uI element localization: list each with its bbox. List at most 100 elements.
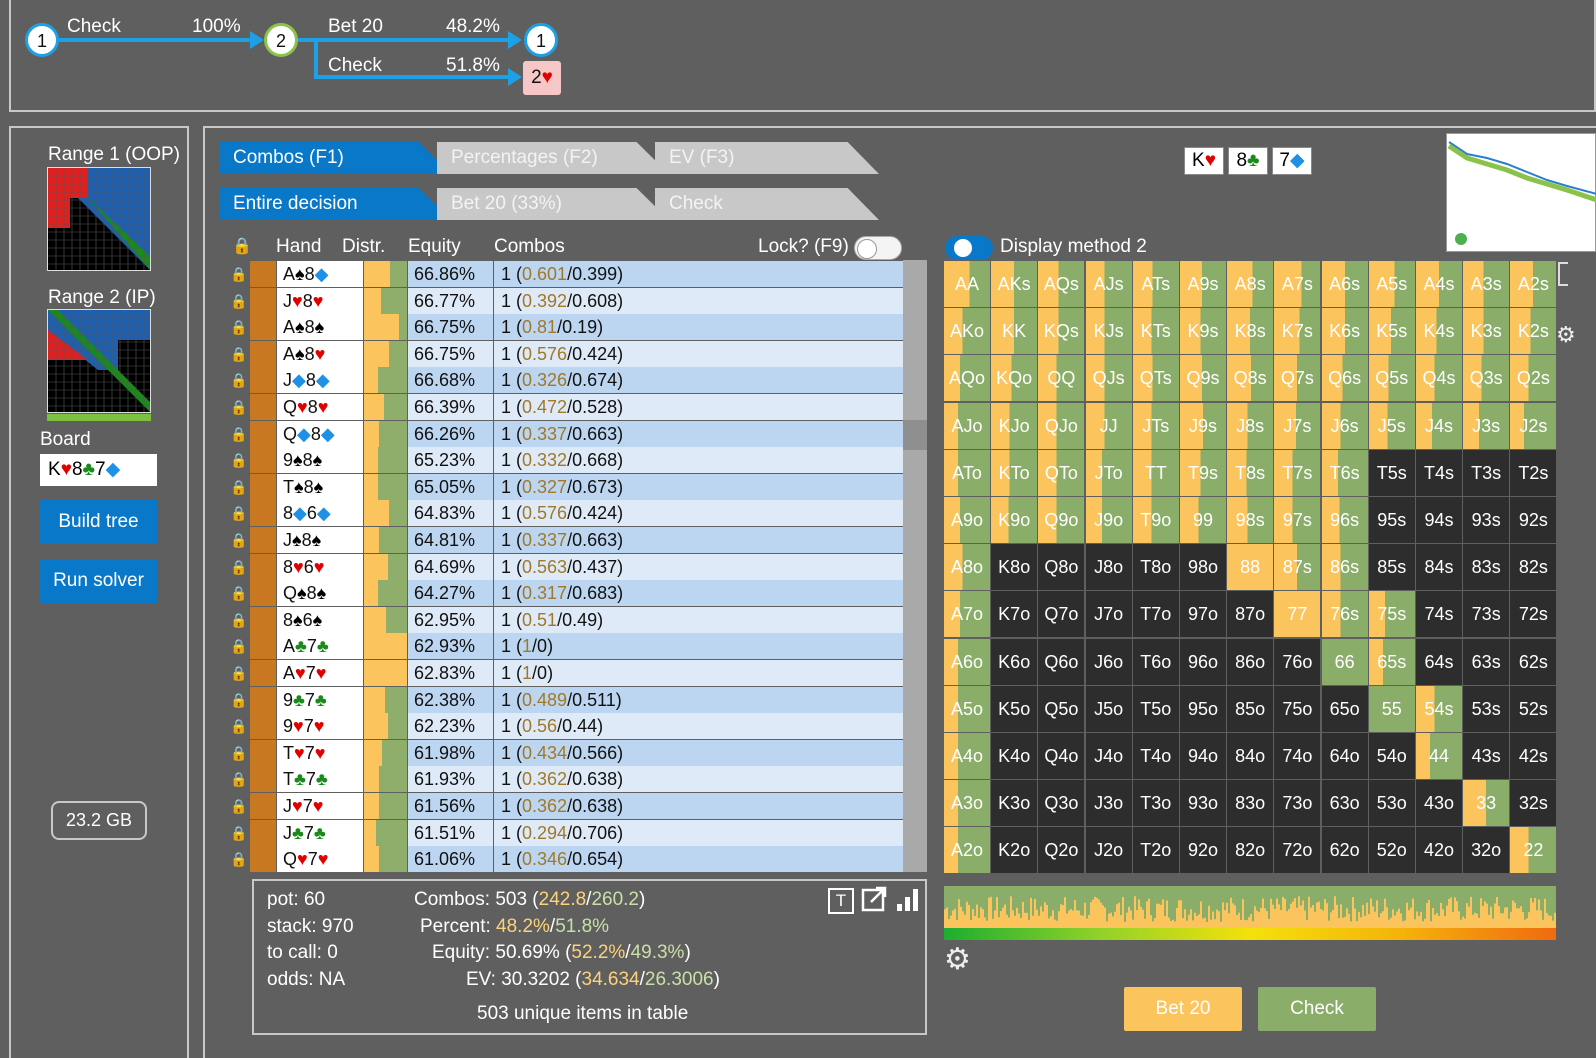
hand-grid-cell[interactable]: KJs bbox=[1085, 308, 1132, 355]
table-row[interactable]: 🔒 Q◆8◆ 66.26% 1 (0.337/0.663) bbox=[229, 420, 903, 447]
lock-icon[interactable]: 🔒 bbox=[229, 766, 249, 792]
hand-grid-cell[interactable]: 54s bbox=[1416, 685, 1462, 732]
hand-grid-cell[interactable]: 94s bbox=[1416, 497, 1462, 543]
hand-grid-cell[interactable]: K3s bbox=[1463, 308, 1510, 355]
hand-grid-cell[interactable]: KTs bbox=[1132, 308, 1179, 355]
hand-grid-cell[interactable]: 44 bbox=[1416, 733, 1462, 779]
hand-grid-cell[interactable]: K7s bbox=[1274, 308, 1321, 355]
table-row[interactable]: 🔒 J♥7♥ 61.56% 1 (0.362/0.638) bbox=[229, 793, 903, 819]
hand-grid-cell[interactable]: K4o bbox=[991, 733, 1038, 779]
hand-grid-cell[interactable]: T4s bbox=[1416, 449, 1462, 496]
table-row[interactable]: 🔒 9♥7♥ 62.23% 1 (0.56/0.44) bbox=[229, 713, 903, 740]
hand-grid-cell[interactable]: 99 bbox=[1180, 497, 1226, 543]
column-header-equity[interactable]: Equity bbox=[408, 236, 461, 258]
lock-icon[interactable]: 🔒 bbox=[229, 367, 249, 393]
hand-grid-cell[interactable]: 83o bbox=[1227, 780, 1274, 827]
hand-grid-cell[interactable]: 42s bbox=[1510, 733, 1557, 779]
hand-grid-cell[interactable]: A5o bbox=[944, 685, 990, 732]
hand-grid-cell[interactable]: 72s bbox=[1510, 591, 1557, 638]
hand-grid-cell[interactable]: 42o bbox=[1416, 827, 1462, 874]
hand-grid-cell[interactable]: Q4o bbox=[1038, 733, 1085, 779]
column-header-hand[interactable]: Hand bbox=[276, 236, 321, 258]
hand-grid-cell[interactable]: J2o bbox=[1085, 827, 1132, 874]
hand-grid-cell[interactable]: 55 bbox=[1368, 685, 1415, 732]
hand-grid-cell[interactable]: 74s bbox=[1416, 591, 1462, 638]
check-button[interactable]: Check bbox=[1258, 987, 1376, 1031]
lock-icon[interactable]: 🔒 bbox=[229, 740, 249, 766]
hand-grid-cell[interactable]: K3o bbox=[991, 780, 1038, 827]
lock-icon[interactable]: 🔒 bbox=[229, 554, 249, 580]
hand-grid-cell[interactable]: 52o bbox=[1368, 827, 1415, 874]
table-row[interactable]: 🔒 8♠6♠ 62.95% 1 (0.51/0.49) bbox=[229, 606, 903, 633]
hand-grid-cell[interactable]: J9o bbox=[1085, 497, 1132, 543]
hand-grid-cell[interactable]: 73o bbox=[1274, 780, 1321, 827]
table-row[interactable]: 🔒 T♣7♣ 61.93% 1 (0.362/0.638) bbox=[229, 766, 903, 793]
hand-grid-cell[interactable]: K4s bbox=[1416, 308, 1462, 355]
tab-check[interactable]: Check bbox=[655, 188, 879, 220]
hand-grid-cell[interactable]: AKs bbox=[991, 261, 1038, 307]
hand-grid-cell[interactable]: KTo bbox=[991, 449, 1038, 496]
hand-grid-cell[interactable]: 95o bbox=[1180, 685, 1226, 732]
hand-grid-cell[interactable]: Q7o bbox=[1038, 591, 1085, 638]
equity-graph-thumbnail[interactable] bbox=[1446, 133, 1596, 252]
hand-grid-cell[interactable]: K6o bbox=[991, 638, 1038, 685]
table-scrollbar-thumb[interactable] bbox=[903, 420, 927, 450]
hand-grid-cell[interactable]: K2o bbox=[991, 827, 1038, 874]
hand-grid-cell[interactable]: 88 bbox=[1227, 544, 1274, 591]
hand-grid-cell[interactable]: 93o bbox=[1180, 780, 1226, 827]
hand-grid-cell[interactable]: Q8o bbox=[1038, 544, 1085, 591]
hand-grid-cell[interactable]: 93s bbox=[1463, 497, 1510, 543]
hand-grid-cell[interactable]: 92o bbox=[1180, 827, 1226, 874]
hand-grid-cell[interactable]: K2s bbox=[1510, 308, 1557, 355]
hand-grid-cell[interactable]: T5s bbox=[1368, 449, 1415, 496]
hand-grid-cell[interactable]: AQo bbox=[944, 355, 990, 402]
hand-grid-cell[interactable]: A8s bbox=[1227, 261, 1274, 307]
hand-grid-cell[interactable]: JTo bbox=[1085, 449, 1132, 496]
hand-grid-cell[interactable]: ATs bbox=[1132, 261, 1179, 307]
lock-icon[interactable]: 🔒 bbox=[229, 421, 249, 447]
hand-grid-cell[interactable]: AA bbox=[944, 261, 990, 307]
hand-grid-cell[interactable]: 98s bbox=[1227, 497, 1274, 543]
lock-icon[interactable]: 🔒 bbox=[229, 660, 249, 686]
hand-grid-cell[interactable]: 98o bbox=[1180, 544, 1226, 591]
tab-combos[interactable]: Combos (F1) bbox=[219, 142, 451, 174]
settings-gears-icon[interactable]: ⚙ bbox=[944, 942, 971, 977]
hand-grid-cell[interactable]: A4s bbox=[1416, 261, 1462, 307]
tab-entire-decision[interactable]: Entire decision bbox=[219, 188, 451, 220]
hand-grid-cell[interactable]: T2o bbox=[1132, 827, 1179, 874]
hand-grid-cell[interactable]: T6o bbox=[1132, 638, 1179, 685]
hand-grid-cell[interactable]: KQs bbox=[1038, 308, 1085, 355]
hand-grid-cell[interactable]: 87o bbox=[1227, 591, 1274, 638]
grid-side-button[interactable] bbox=[1558, 262, 1568, 286]
table-row[interactable]: 🔒 A♥7♥ 62.83% 1 (1/0) bbox=[229, 660, 903, 686]
hand-grid-cell[interactable]: 76o bbox=[1274, 638, 1321, 685]
hand-grid-cell[interactable]: A4o bbox=[944, 733, 990, 779]
tree-terminal-node[interactable]: 2♥ bbox=[523, 61, 561, 95]
hand-grid-cell[interactable]: 63s bbox=[1463, 638, 1510, 685]
hand-grid-cell[interactable]: 85s bbox=[1368, 544, 1415, 591]
hand-grid-cell[interactable]: 97s bbox=[1274, 497, 1321, 543]
hand-grid-cell[interactable]: QTs bbox=[1132, 355, 1179, 402]
hand-grid-cell[interactable]: Q6s bbox=[1321, 355, 1368, 402]
hand-grid-cell[interactable]: 72o bbox=[1274, 827, 1321, 874]
hand-grid-cell[interactable]: 65o bbox=[1321, 685, 1368, 732]
bar-chart-icon[interactable] bbox=[895, 886, 921, 912]
hand-grid-cell[interactable]: JJ bbox=[1085, 402, 1132, 449]
tree-node-oop-next[interactable]: 1 bbox=[524, 23, 558, 57]
hand-grid-cell[interactable]: A7o bbox=[944, 591, 990, 638]
hand-grid-cell[interactable]: 63o bbox=[1321, 780, 1368, 827]
hand-grid-cell[interactable]: K9o bbox=[991, 497, 1038, 543]
hand-grid-cell[interactable]: J8s bbox=[1227, 402, 1274, 449]
table-row[interactable]: 🔒 A♠8♥ 66.75% 1 (0.576/0.424) bbox=[229, 340, 903, 367]
hand-grid-cell[interactable]: Q2o bbox=[1038, 827, 1085, 874]
hand-grid-cell[interactable]: 33 bbox=[1463, 780, 1510, 827]
lock-icon[interactable]: 🔒 bbox=[229, 633, 249, 659]
hand-grid-cell[interactable]: 75o bbox=[1274, 685, 1321, 732]
table-row[interactable]: 🔒 A♠8♠ 66.75% 1 (0.81/0.19) bbox=[229, 314, 903, 341]
hand-grid-cell[interactable]: 82o bbox=[1227, 827, 1274, 874]
hand-grid-cell[interactable]: 43o bbox=[1416, 780, 1462, 827]
hand-grid-cell[interactable]: T3o bbox=[1132, 780, 1179, 827]
table-row[interactable]: 🔒 9♣7♣ 62.38% 1 (0.489/0.511) bbox=[229, 686, 903, 713]
table-row[interactable]: 🔒 9♠8♠ 65.23% 1 (0.332/0.668) bbox=[229, 447, 903, 474]
hand-grid-cell[interactable]: K8o bbox=[991, 544, 1038, 591]
